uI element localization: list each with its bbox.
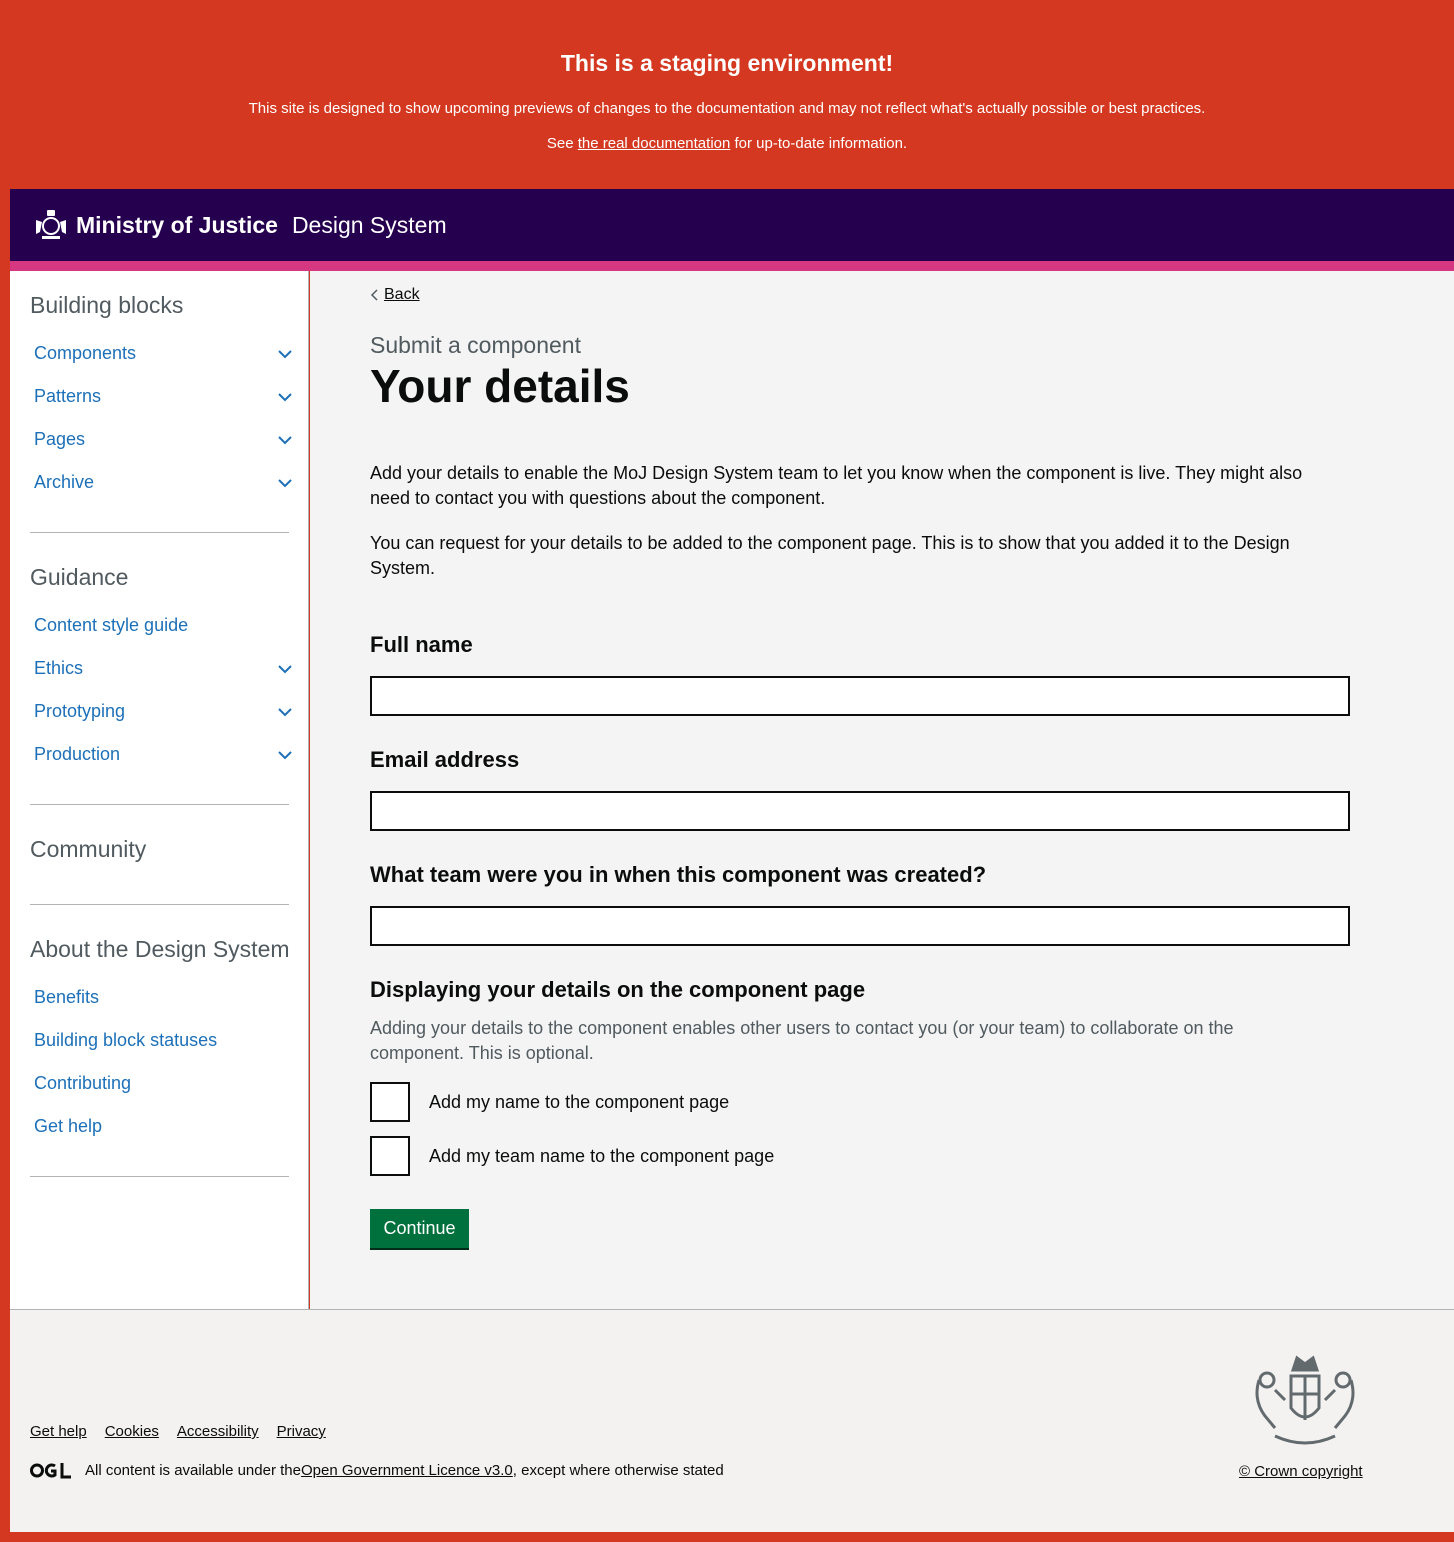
- footer-links: Get help Cookies Accessibility Privacy: [30, 1423, 344, 1440]
- chevron-down-icon[interactable]: [278, 478, 292, 488]
- add-name-checkbox-label[interactable]: Add my name to the component page: [429, 1092, 729, 1113]
- nav-item-label: Content style guide: [34, 615, 189, 635]
- nav-item-label: Prototyping: [34, 701, 126, 721]
- chevron-down-icon[interactable]: [278, 750, 292, 760]
- nav-divider: [30, 804, 289, 805]
- open-government-licence-link[interactable]: Open Government Licence v3.0: [301, 1462, 513, 1479]
- nav-item-production[interactable]: Production: [34, 744, 292, 765]
- intro-paragraph: Add your details to enable the MoJ Desig…: [370, 463, 1303, 508]
- nav-item-label: Archive: [34, 472, 95, 492]
- staging-link-prefix: See: [546, 135, 578, 152]
- nav-item-archive[interactable]: Archive: [34, 472, 292, 493]
- service-name[interactable]: Design System: [292, 212, 447, 239]
- nav-item-pages[interactable]: Pages: [34, 429, 292, 450]
- staging-banner: This is a staging environment! This site…: [0, 0, 1454, 189]
- continue-button[interactable]: Continue: [370, 1209, 469, 1248]
- page-caption: Submit a component: [370, 332, 581, 358]
- footer-link-cookies[interactable]: Cookies: [105, 1423, 159, 1440]
- footer-link-privacy[interactable]: Privacy: [277, 1423, 326, 1440]
- bottom-accent-strip: [0, 1532, 1454, 1542]
- nav-item-label: Components: [34, 343, 137, 363]
- nav-item-label: Pages: [34, 429, 86, 449]
- licence-prefix: All content is available under the: [85, 1462, 301, 1479]
- site-header: Ministry of Justice Design System: [10, 189, 1454, 261]
- site-footer: Get help Cookies Accessibility Privacy A…: [10, 1309, 1454, 1532]
- full-name-input[interactable]: [370, 676, 1350, 716]
- staging-message: This site is designed to show upcoming p…: [248, 100, 1206, 117]
- crown-copyright: © Crown copyright: [1239, 1463, 1363, 1480]
- add-team-option[interactable]: Add my team name to the component page: [370, 1136, 774, 1176]
- staging-title: This is a staging environment!: [560, 50, 894, 76]
- header-accent-strip: [10, 261, 1454, 271]
- footer-link-accessibility[interactable]: Accessibility: [177, 1423, 259, 1440]
- nav-item-prototyping[interactable]: Prototyping: [34, 701, 292, 722]
- add-name-checkbox[interactable]: [370, 1082, 410, 1122]
- crown-copyright-link[interactable]: © Crown copyright: [1239, 1463, 1363, 1480]
- nav-item-patterns[interactable]: Patterns: [34, 386, 292, 407]
- nav-item-label: Patterns: [34, 386, 102, 406]
- main-content: Back Submit a component Your details Add…: [310, 271, 1454, 1309]
- staging-link-line: See the real documentation for up-to-dat…: [0, 135, 1454, 152]
- chevron-down-icon[interactable]: [278, 349, 292, 359]
- nav-item-content-style-guide[interactable]: Content style guide: [34, 615, 292, 636]
- chevron-down-icon[interactable]: [278, 707, 292, 717]
- nav-item-label: Benefits: [34, 987, 100, 1007]
- nav-item-get-help[interactable]: Get help: [34, 1116, 292, 1137]
- nav-heading-about: About the Design System: [30, 936, 290, 962]
- team-input[interactable]: [370, 906, 1350, 946]
- add-team-checkbox[interactable]: [370, 1136, 410, 1176]
- ogl-logo-icon: [30, 1463, 71, 1479]
- nav-heading-community[interactable]: Community: [30, 836, 146, 863]
- nav-item-label: Ethics: [34, 658, 84, 678]
- chevron-down-icon[interactable]: [278, 435, 292, 445]
- brand-name[interactable]: Ministry of Justice: [76, 212, 278, 239]
- nav-item-building-block-statuses[interactable]: Building block statuses: [34, 1030, 292, 1051]
- nav-item-ethics[interactable]: Ethics: [34, 658, 292, 679]
- back-link[interactable]: Back: [370, 286, 420, 304]
- chevron-down-icon[interactable]: [278, 664, 292, 674]
- nav-divider: [30, 1176, 289, 1177]
- staging-link-suffix: for up-to-date information.: [730, 135, 908, 152]
- chevron-down-icon[interactable]: [278, 392, 292, 402]
- add-name-option[interactable]: Add my name to the component page: [370, 1082, 729, 1122]
- licence-statement: All content is available under the Open …: [30, 1462, 724, 1479]
- chevron-left-icon: [370, 289, 378, 301]
- email-input[interactable]: [370, 791, 1350, 831]
- nav-item-label: Building block statuses: [34, 1030, 218, 1050]
- add-team-checkbox-label[interactable]: Add my team name to the component page: [429, 1146, 774, 1167]
- real-documentation-link[interactable]: the real documentation: [578, 135, 731, 152]
- royal-crest-icon: [36, 210, 66, 239]
- intro-paragraph: You can request for your details to be a…: [370, 533, 1290, 578]
- nav-divider: [30, 904, 289, 905]
- nav-divider: [30, 532, 289, 533]
- full-name-label: Full name: [370, 632, 473, 657]
- footer-link-get-help[interactable]: Get help: [30, 1423, 87, 1440]
- nav-item-contributing[interactable]: Contributing: [34, 1073, 292, 1094]
- display-details-hint: Adding your details to the component ena…: [370, 1018, 1234, 1063]
- nav-item-label: Contributing: [34, 1073, 132, 1093]
- side-navigation: Building blocks Components Patterns Page…: [10, 271, 309, 1309]
- nav-item-components[interactable]: Components: [34, 343, 292, 364]
- nav-item-label: Production: [34, 744, 121, 764]
- nav-item-benefits[interactable]: Benefits: [34, 987, 292, 1008]
- email-label: Email address: [370, 747, 520, 772]
- licence-suffix: , except where otherwise stated: [512, 1462, 724, 1479]
- page-title: Your details: [370, 360, 630, 412]
- nav-heading-building-blocks: Building blocks: [30, 292, 184, 318]
- back-link-text[interactable]: Back: [384, 286, 420, 304]
- display-details-heading: Displaying your details on the component…: [370, 977, 866, 1002]
- nav-heading-guidance: Guidance: [30, 564, 129, 590]
- royal-coat-of-arms-icon: [1255, 1355, 1355, 1445]
- team-label: What team were you in when this componen…: [370, 862, 987, 887]
- nav-item-label: Get help: [34, 1116, 103, 1136]
